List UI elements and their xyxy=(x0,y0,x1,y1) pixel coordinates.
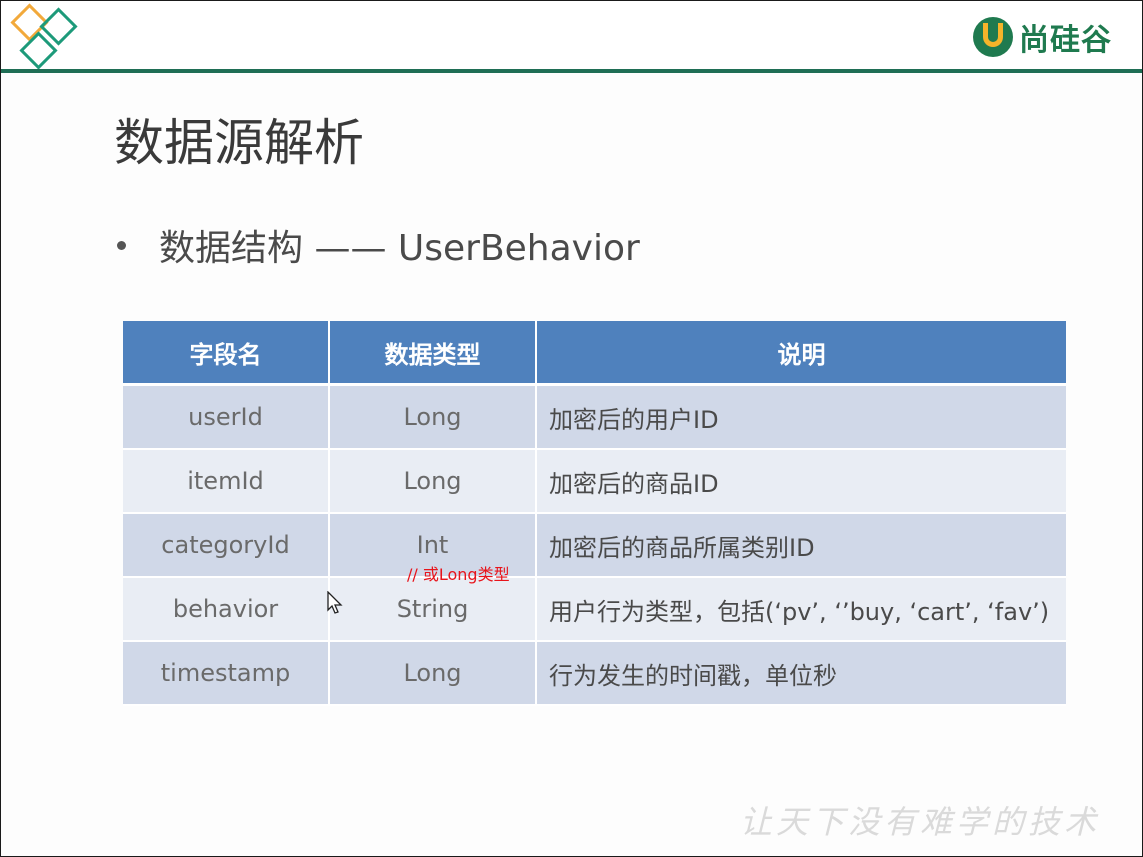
field-desc-cell: 用户行为类型，包括(‘pv’, ‘’buy, ‘cart’, ‘fav’) xyxy=(537,578,1066,642)
bullet-text: 数据结构 —— UserBehavior xyxy=(159,228,640,269)
field-type-cell: Long xyxy=(330,642,537,706)
field-type-cell: Long xyxy=(330,450,537,514)
field-name-cell: categoryId xyxy=(123,514,330,578)
field-desc-cell: 加密后的用户ID xyxy=(537,386,1066,450)
field-name-cell: userId xyxy=(123,386,330,450)
column-header-field: 字段名 xyxy=(123,321,330,386)
bullet-dot-icon xyxy=(117,240,126,250)
field-type-cell: Long xyxy=(330,386,537,450)
brand-logo: 尚硅谷 xyxy=(973,15,1112,59)
column-header-type: 数据类型 xyxy=(330,321,537,386)
table-row: behavior String 用户行为类型，包括(‘pv’, ‘’buy, ‘… xyxy=(123,578,1066,642)
page-title: 数据源解析 xyxy=(114,114,364,172)
table-row: userId Long 加密后的用户ID xyxy=(123,386,1066,450)
header-divider xyxy=(1,69,1142,73)
slogan-watermark: 让天下没有难学的技术 xyxy=(739,803,1100,841)
field-desc-cell: 加密后的商品ID xyxy=(537,450,1066,514)
brand-u-icon xyxy=(973,17,1013,57)
field-desc-cell: 加密后的商品所属类别ID xyxy=(537,514,1066,578)
table-header-row: 字段名 数据类型 说明 xyxy=(123,321,1066,386)
slide-header: 尚硅谷 xyxy=(1,1,1142,70)
table-row: timestamp Long 行为发生的时间戳，单位秒 xyxy=(123,642,1066,706)
schema-table: 字段名 数据类型 说明 userId Long 加密后的用户ID itemId … xyxy=(123,321,1066,706)
slide-frame: 尚硅谷 数据源解析 数据结构 —— UserBehavior 字段名 数据类型 … xyxy=(0,0,1143,857)
table-row: itemId Long 加密后的商品ID xyxy=(123,450,1066,514)
field-name-cell: timestamp xyxy=(123,642,330,706)
field-type-cell: String xyxy=(330,578,537,642)
field-name-cell: itemId xyxy=(123,450,330,514)
bullet-item: 数据结构 —— UserBehavior xyxy=(117,219,640,271)
column-header-desc: 说明 xyxy=(537,321,1066,386)
brand-name: 尚硅谷 xyxy=(1019,23,1112,58)
red-annotation: // 或Long类型 xyxy=(407,565,510,584)
table-row: categoryId Int 加密后的商品所属类别ID xyxy=(123,514,1066,578)
mouse-pointer-icon xyxy=(327,591,343,614)
field-desc-cell: 行为发生的时间戳，单位秒 xyxy=(537,642,1066,706)
field-name-cell: behavior xyxy=(123,578,330,642)
